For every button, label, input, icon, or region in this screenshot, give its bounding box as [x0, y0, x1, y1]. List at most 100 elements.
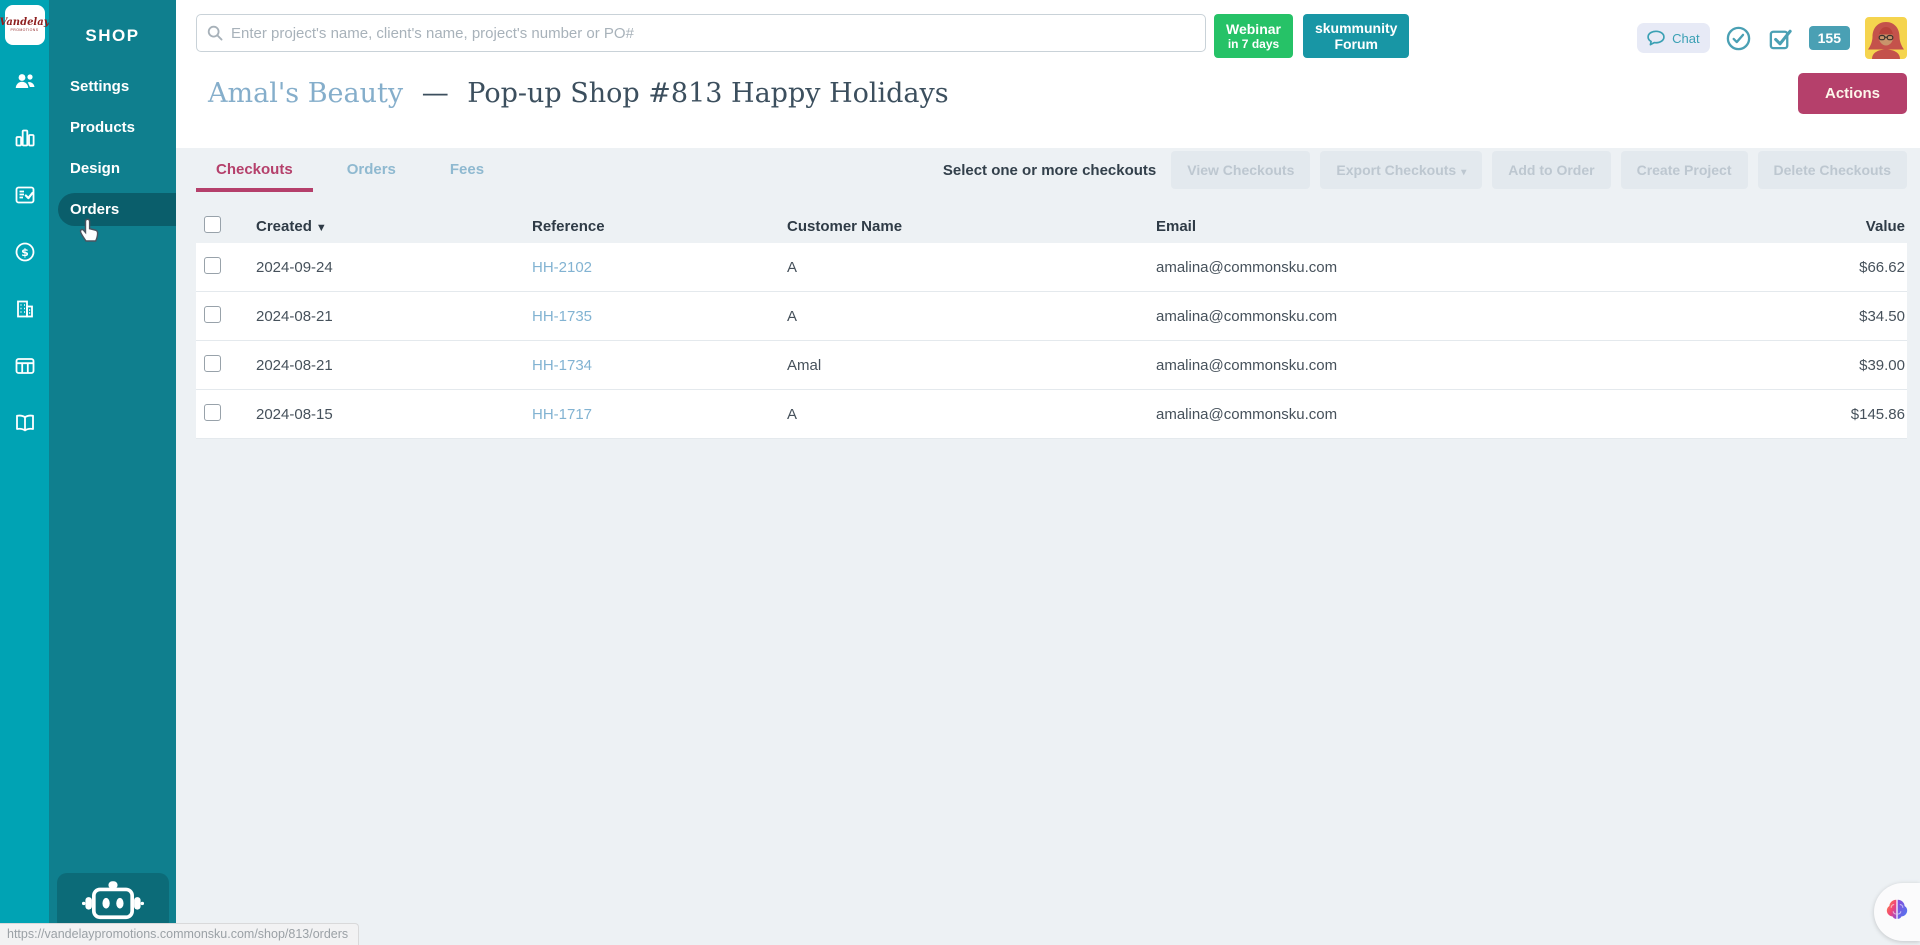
logo-brand-text: Vandelay [0, 18, 50, 28]
svg-text:$: $ [21, 246, 29, 259]
export-checkouts-button[interactable]: Export Checkouts ▾ [1320, 151, 1482, 189]
forum-button-line2: Forum [1334, 36, 1378, 52]
column-header-customer[interactable]: Customer Name [787, 218, 1156, 235]
sidebar-item-settings[interactable]: Settings [49, 70, 176, 103]
sales-dollar-icon[interactable]: $ [13, 240, 37, 264]
table-header-row: Created ▼ Reference Customer Name Email V… [196, 209, 1907, 243]
webinar-button-line1: Webinar [1226, 21, 1281, 37]
table-row: 2024-08-21 HH-1734 Amal amalina@commonsk… [196, 341, 1907, 390]
shop-sidebar: SHOP Settings Products Design Orders [49, 0, 176, 945]
chat-bubble-icon [1645, 28, 1667, 48]
chat-button[interactable]: Chat [1637, 23, 1709, 53]
global-search [196, 14, 1206, 52]
shop-sidebar-title: SHOP [49, 26, 176, 46]
view-checkouts-button[interactable]: View Checkouts [1171, 151, 1310, 189]
reference-link[interactable]: HH-2102 [532, 259, 592, 276]
main-area: Webinar in 7 days skummunity Forum Chat … [176, 0, 1920, 945]
logo-sub-text: PROMOTIONS [11, 28, 39, 32]
sidebar-item-products[interactable]: Products [49, 111, 176, 144]
cell-created: 2024-08-21 [256, 308, 532, 325]
status-url-bar: https://vandelaypromotions.commonsku.com… [0, 923, 359, 945]
page-header: Amal's Beauty — Pop-up Shop #813 Happy H… [176, 71, 1920, 115]
content-panel: Checkouts Orders Fees Select one or more… [176, 148, 1920, 945]
delete-checkouts-button[interactable]: Delete Checkouts [1758, 151, 1907, 189]
cell-value: $39.00 [1757, 357, 1907, 374]
cell-customer: A [787, 308, 1156, 325]
app-window: Vandelay PROMOTIONS $ [0, 0, 1920, 945]
search-icon [206, 24, 224, 42]
reference-link[interactable]: HH-1717 [532, 406, 592, 423]
user-avatar[interactable] [1865, 17, 1907, 59]
cell-customer: Amal [787, 357, 1156, 374]
table-row: 2024-08-21 HH-1735 A amalina@commonsku.c… [196, 292, 1907, 341]
select-all-checkbox[interactable] [204, 216, 221, 233]
companies-building-icon[interactable] [13, 297, 37, 321]
search-input[interactable] [196, 14, 1206, 52]
selection-hint: Select one or more checkouts [943, 162, 1156, 179]
cell-customer: A [787, 406, 1156, 423]
cell-email: amalina@commonsku.com [1156, 308, 1757, 325]
resources-book-icon[interactable] [13, 411, 37, 435]
row-checkbox[interactable] [204, 355, 221, 372]
created-header-label: Created [256, 218, 312, 235]
brain-icon [1884, 897, 1910, 928]
cell-email: amalina@commonsku.com [1156, 259, 1757, 276]
finance-table-icon[interactable] [13, 354, 37, 378]
cell-value: $66.62 [1757, 259, 1907, 276]
reference-link[interactable]: HH-1734 [532, 357, 592, 374]
order-list-icon[interactable] [13, 183, 37, 207]
rail-icon-list: $ [13, 69, 37, 435]
topbar-icon-cluster: Chat 155 [1637, 14, 1907, 59]
cell-created: 2024-09-24 [256, 259, 532, 276]
notifications-badge[interactable]: 155 [1809, 26, 1850, 50]
icon-rail: Vandelay PROMOTIONS $ [0, 0, 49, 945]
contacts-icon[interactable] [13, 69, 37, 93]
sidebar-item-design[interactable]: Design [49, 152, 176, 185]
export-checkouts-label: Export Checkouts [1336, 162, 1456, 178]
cell-value: $34.50 [1757, 308, 1907, 325]
forum-button-line1: skummunity [1315, 20, 1397, 36]
tab-checkouts[interactable]: Checkouts [196, 148, 313, 192]
chevron-down-icon: ▾ [1461, 167, 1466, 178]
table-row: 2024-08-15 HH-1717 A amalina@commonsku.c… [196, 390, 1907, 439]
column-header-email[interactable]: Email [1156, 218, 1757, 235]
cell-email: amalina@commonsku.com [1156, 357, 1757, 374]
chat-label: Chat [1672, 31, 1699, 46]
row-checkbox[interactable] [204, 257, 221, 274]
actions-button[interactable]: Actions [1798, 73, 1907, 114]
column-header-value[interactable]: Value [1757, 218, 1907, 235]
cell-customer: A [787, 259, 1156, 276]
tab-orders[interactable]: Orders [327, 148, 416, 192]
cell-email: amalina@commonsku.com [1156, 406, 1757, 423]
shop-name-text: Pop-up Shop #813 Happy Holidays [467, 78, 948, 109]
cell-created: 2024-08-15 [256, 406, 532, 423]
robot-icon [82, 877, 144, 928]
company-logo[interactable]: Vandelay PROMOTIONS [5, 5, 45, 45]
column-header-created[interactable]: Created ▼ [256, 218, 532, 235]
reference-link[interactable]: HH-1735 [532, 308, 592, 325]
row-checkbox[interactable] [204, 306, 221, 323]
shop-menu: Settings Products Design Orders [49, 70, 176, 234]
forum-button[interactable]: skummunity Forum [1303, 14, 1409, 58]
tab-fees[interactable]: Fees [430, 148, 504, 192]
tabs-row: Checkouts Orders Fees Select one or more… [196, 148, 1907, 192]
column-header-reference[interactable]: Reference [532, 218, 787, 235]
page-title: Amal's Beauty — Pop-up Shop #813 Happy H… [208, 78, 949, 109]
create-project-button[interactable]: Create Project [1621, 151, 1748, 189]
title-separator: — [422, 78, 449, 109]
cell-created: 2024-08-21 [256, 357, 532, 374]
sidebar-item-orders[interactable]: Orders [58, 193, 176, 226]
client-name-link[interactable]: Amal's Beauty [208, 78, 403, 109]
topbar: Webinar in 7 days skummunity Forum Chat … [176, 0, 1920, 59]
reports-icon[interactable] [13, 126, 37, 150]
cell-value: $145.86 [1757, 406, 1907, 423]
sort-desc-icon: ▼ [316, 222, 327, 234]
webinar-button[interactable]: Webinar in 7 days [1214, 14, 1293, 58]
status-check-icon[interactable] [1725, 25, 1752, 52]
checkout-toolbar: Select one or more checkouts View Checko… [943, 151, 1907, 189]
tasks-checkbox-icon[interactable] [1767, 25, 1794, 52]
webinar-button-line2: in 7 days [1228, 37, 1279, 51]
row-checkbox[interactable] [204, 404, 221, 421]
add-to-order-button[interactable]: Add to Order [1492, 151, 1610, 189]
checkouts-table: Created ▼ Reference Customer Name Email V… [196, 209, 1907, 439]
